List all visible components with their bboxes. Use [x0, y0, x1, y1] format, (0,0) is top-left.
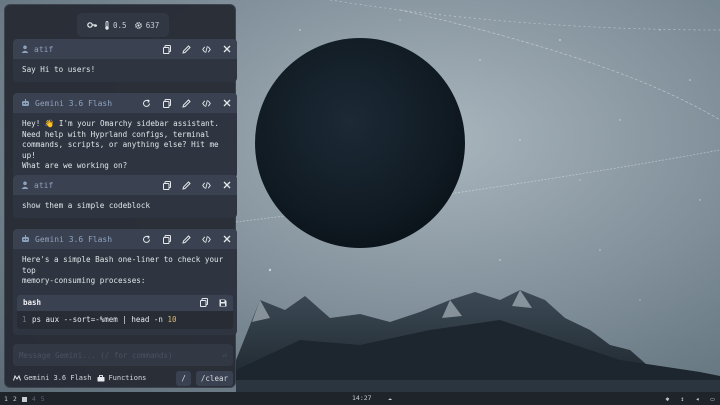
key-icon[interactable] [86, 21, 97, 29]
taskbar: 1 2 4 5 14:27 ☁ ✱ ↕ ◂ ▭ [0, 392, 720, 405]
model-icon [13, 375, 21, 381]
code-language: bash [23, 298, 42, 307]
copy-icon[interactable] [162, 98, 171, 108]
code-view-icon[interactable] [202, 181, 211, 190]
copy-code-icon[interactable] [199, 298, 208, 307]
message-text: Hey! 👋 I'm your Omarchy sidebar assistan… [22, 119, 219, 170]
code-view-icon[interactable] [202, 235, 211, 244]
weather-icon[interactable]: ☁ [388, 394, 392, 402]
chat-message-user: atif Say Hi to users! [13, 39, 237, 82]
regenerate-icon[interactable] [142, 98, 151, 108]
slash-command-button[interactable]: / [176, 370, 191, 386]
robot-icon [21, 99, 30, 107]
workspace-5[interactable]: 5 [41, 395, 45, 403]
sidebar-footer: Gemini 3.6 Flash Functions / /clear [13, 370, 233, 386]
line-number: 1 [22, 315, 27, 324]
save-icon[interactable] [218, 298, 227, 307]
ai-sidebar-panel: 0.5 637 atif Say Hi to users! Gemini 3.6… [4, 4, 237, 388]
edit-icon[interactable] [182, 98, 191, 108]
code-number: 10 [167, 315, 177, 324]
close-icon[interactable] [222, 235, 231, 244]
message-text: show them a simple codeblock [22, 201, 151, 210]
functions-toggle[interactable]: Functions [97, 374, 146, 382]
thermometer-icon [104, 20, 110, 30]
code-view-icon[interactable] [202, 45, 211, 54]
clear-button[interactable]: /clear [195, 370, 233, 386]
user-icon [21, 45, 29, 53]
code-line: 1 ps aux --sort=-%mem | head -n 10 [17, 311, 233, 329]
close-icon[interactable] [222, 99, 231, 108]
message-text: Say Hi to users! [22, 65, 96, 74]
model-name: Gemini 3.6 Flash [24, 374, 92, 382]
copy-icon[interactable] [162, 234, 171, 244]
message-author: Gemini 3.6 Flash [35, 98, 113, 108]
message-input[interactable]: Message Gemini... (/ for commands) ⏎ [13, 344, 233, 366]
close-icon[interactable] [222, 181, 231, 190]
input-placeholder: Message Gemini... (/ for commands) [19, 350, 173, 360]
message-header: atif [13, 39, 237, 59]
code-block: bash 1 ps aux --sort=-%mem | head -n 10 [17, 294, 233, 329]
edit-icon[interactable] [182, 44, 191, 54]
monitor-icon[interactable]: ▭ [709, 395, 716, 403]
message-header: atif [13, 175, 237, 195]
message-header: Gemini 3.6 Flash [13, 93, 237, 113]
robot-icon [21, 235, 30, 243]
edit-icon[interactable] [182, 180, 191, 190]
copy-icon[interactable] [162, 44, 171, 54]
temperature-stat[interactable]: 0.5 [104, 20, 127, 30]
message-author: atif [34, 44, 54, 54]
user-icon [21, 181, 29, 189]
network-icon[interactable]: ↕ [679, 395, 686, 403]
token-value: 637 [145, 20, 160, 30]
send-icon[interactable]: ⏎ [222, 351, 227, 360]
workspace-4[interactable]: 4 [32, 395, 36, 403]
code-command: ps aux --sort=-%mem | head -n [32, 315, 168, 324]
temperature-value: 0.5 [112, 20, 127, 30]
workspace-1[interactable]: 1 [4, 395, 8, 403]
chat-message-user: atif show them a simple codeblock [13, 175, 237, 218]
workspace-3-active[interactable] [21, 396, 27, 402]
message-author: Gemini 3.6 Flash [35, 234, 113, 244]
bluetooth-icon[interactable]: ✱ [664, 395, 671, 403]
copy-icon[interactable] [162, 180, 171, 190]
regenerate-icon[interactable] [142, 234, 151, 244]
model-selector[interactable]: Gemini 3.6 Flash [13, 374, 91, 382]
message-text: Here's a simple Bash one-liner to check … [22, 255, 224, 285]
sidebar-status-bar: 0.5 637 [77, 13, 169, 37]
code-block-header: bash [17, 294, 233, 311]
edit-icon[interactable] [182, 234, 191, 244]
system-tray: ✱ ↕ ◂ ▭ [664, 395, 716, 403]
gear-icon [134, 21, 143, 30]
chat-message-assistant: Gemini 3.6 Flash Here's a simple Bash on… [13, 229, 237, 335]
close-icon[interactable] [222, 45, 231, 54]
workspace-2[interactable]: 2 [13, 395, 17, 403]
chat-message-assistant: Gemini 3.6 Flash Hey! 👋 I'm your Omarchy… [13, 93, 237, 178]
message-author: atif [34, 180, 54, 190]
token-stat[interactable]: 637 [134, 20, 160, 30]
message-header: Gemini 3.6 Flash [13, 229, 237, 249]
code-view-icon[interactable] [202, 99, 211, 108]
toolbox-icon [97, 374, 105, 382]
functions-label: Functions [108, 374, 147, 382]
volume-icon[interactable]: ◂ [694, 395, 701, 403]
clock[interactable]: 14:27 [352, 394, 372, 402]
